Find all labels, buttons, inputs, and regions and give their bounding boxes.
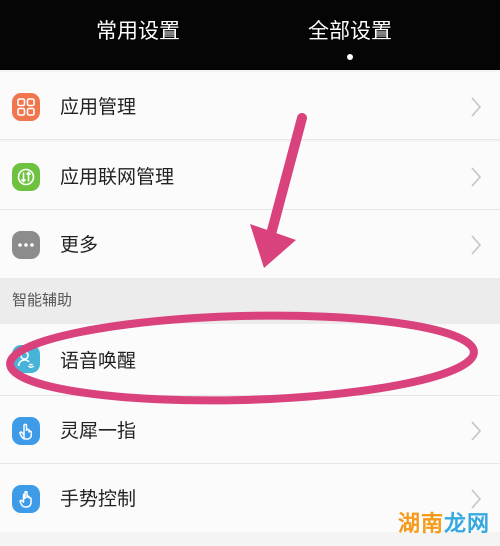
settings-item-label: 手势控制: [60, 488, 137, 510]
top-tab-bar: 常用设置 全部设置: [0, 0, 500, 70]
settings-item-label: 更多: [60, 234, 99, 256]
settings-item-label: 灵犀一指: [60, 420, 137, 442]
section-title: 智能辅助: [12, 291, 73, 309]
grid-icon: [12, 93, 40, 121]
settings-item-app-management[interactable]: 应用管理: [0, 72, 500, 140]
chevron-right-icon: [471, 167, 482, 187]
chevron-right-icon: [471, 235, 482, 255]
finger-icon: [12, 417, 40, 445]
tab-common-settings[interactable]: 常用设置: [48, 0, 228, 70]
settings-item-more[interactable]: 更多: [0, 210, 500, 278]
hand-icon: [12, 485, 40, 513]
watermark-part1: 湖南: [397, 512, 444, 537]
settings-item-label: 语音唤醒: [60, 350, 137, 372]
settings-screen: 常用设置 全部设置 应用管理 应用联网管理 更多 智能辅助 语音唤醒 灵犀一指 …: [0, 0, 500, 546]
voice-user-icon: [12, 345, 40, 373]
settings-item-label: 应用联网管理: [60, 166, 175, 188]
section-header-smart-assist: 智能辅助: [0, 278, 500, 324]
watermark-part2: 龙网: [443, 512, 490, 537]
tab-common-settings-label: 常用设置: [96, 19, 180, 43]
settings-item-label: 应用管理: [60, 96, 137, 118]
tab-all-settings[interactable]: 全部设置: [260, 0, 440, 70]
active-tab-indicator: [347, 54, 353, 60]
row-divider: [0, 139, 500, 140]
settings-item-lingxi-finger[interactable]: 灵犀一指: [0, 396, 500, 464]
settings-item-app-network-management[interactable]: 应用联网管理: [0, 142, 500, 210]
watermark-logo: 湖南龙网: [398, 506, 490, 538]
chevron-right-icon: [471, 421, 482, 441]
network-icon: [12, 163, 40, 191]
more-icon: [12, 231, 40, 259]
settings-item-voice-wakeup[interactable]: 语音唤醒: [0, 324, 500, 396]
chevron-right-icon: [471, 97, 482, 117]
